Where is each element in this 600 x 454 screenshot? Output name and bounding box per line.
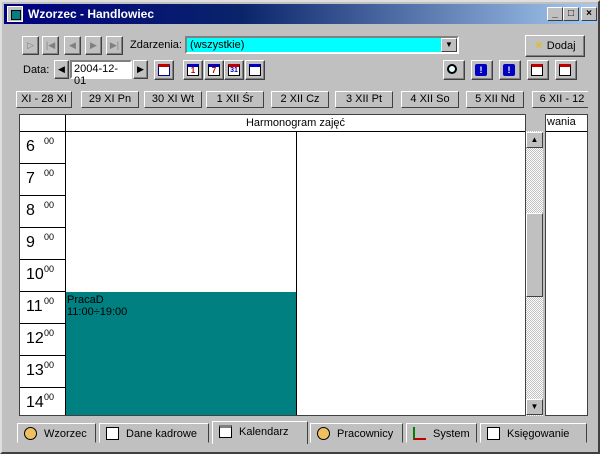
bottom-tabs: Wzorzec Dane kadrowe Kalendarz Pracownic… (16, 421, 588, 445)
ledger-icon (487, 427, 500, 440)
hour-row: 10 00 (20, 260, 66, 292)
day-tab[interactable]: 2 XII Cz (271, 91, 329, 108)
date-label: Data: (23, 64, 50, 76)
search-button[interactable] (443, 60, 465, 80)
hour-row: 8 00 (20, 196, 66, 228)
schedule-event[interactable]: PracaD 11:00÷19:00 (66, 292, 296, 415)
alert-add-icon: ! (503, 64, 515, 76)
tab-kalendarz[interactable]: Kalendarz (212, 421, 308, 444)
arrow-right-icon: ▶ (137, 64, 144, 74)
schedule-button[interactable] (527, 60, 549, 80)
add-button[interactable]: ✳ Dodaj (525, 35, 585, 57)
title-bar[interactable]: Wzorzec - Handlowiec _ □ × (4, 4, 597, 24)
hour-column: 6 00 7 00 8 00 9 00 10 00 11 00 12 00 13 00 14 00 (20, 132, 66, 415)
scroll-thumb[interactable] (526, 213, 543, 297)
vertical-scrollbar[interactable]: ▲ ▼ (526, 131, 543, 416)
view-week-button[interactable]: 7 (204, 60, 224, 80)
hour-row: 14 00 (20, 388, 66, 415)
day-tab[interactable]: XI - 28 XI (16, 91, 72, 108)
schedule-title: Harmonogram zajęć (245, 117, 346, 129)
hour-row: 7 00 (20, 164, 66, 196)
worker-icon (317, 427, 330, 440)
calendar-red-icon (559, 64, 571, 76)
events-dropdown[interactable]: (wszystkie) ▼ (185, 36, 459, 54)
day-tab[interactable]: 1 XII Śr (206, 91, 264, 108)
view-week-icon: 7 (208, 64, 220, 76)
arrow-up-icon: ▲ (530, 135, 539, 144)
event-title: PracaD (67, 294, 104, 306)
next-icon: ▶ (90, 40, 97, 50)
tab-ksiegowanie[interactable]: Księgowanie (480, 423, 587, 443)
arrow-down-icon: ▼ (530, 402, 539, 411)
nav-play-button[interactable]: ▷ (22, 36, 39, 55)
right-panel: wania (545, 114, 588, 416)
nav-first-button[interactable]: |◀ (42, 36, 59, 55)
last-icon: ▶| (109, 40, 120, 50)
date-next-button[interactable]: ▶ (133, 60, 148, 79)
events-dropdown-value: (wszystkie) (190, 39, 245, 51)
events-label: Zdarzenia: (130, 39, 182, 51)
schedule-grid: Harmonogram zajęć 6 00 7 00 8 00 9 00 10 00 1… (19, 114, 526, 416)
window-title: Wzorzec - Handlowiec (28, 7, 155, 21)
tree-icon (413, 427, 426, 440)
hour-row: 6 00 (20, 132, 66, 164)
scroll-down-button[interactable]: ▼ (526, 399, 543, 415)
day-tab[interactable]: 5 XII Nd (466, 91, 524, 108)
alert-add-button[interactable]: ! (499, 60, 521, 80)
star-icon: ✳ (534, 40, 544, 52)
day-tab[interactable]: 30 XI Wt (144, 91, 202, 108)
chevron-down-icon[interactable]: ▼ (441, 38, 457, 52)
day-tab[interactable]: 6 XII - 12 (532, 91, 588, 108)
close-button[interactable]: × (581, 7, 597, 21)
day-tabs: XI - 28 XI 29 XI Pn 30 XI Wt 1 XII Śr 2 … (16, 89, 588, 111)
document-icon (106, 427, 119, 440)
hour-row: 11 00 (20, 292, 66, 324)
main-window: Wzorzec - Handlowiec _ □ × ▷ |◀ ◀ ▶ ▶| Z… (0, 0, 600, 454)
calendar-icon (219, 425, 232, 438)
add-button-label: Dodaj (546, 40, 576, 52)
view-list-button[interactable] (245, 60, 265, 80)
view-month-button[interactable]: 31 (224, 60, 244, 80)
alert-info-button[interactable]: ! (471, 60, 493, 80)
nav-next-button[interactable]: ▶ (85, 36, 102, 55)
arrow-left-icon: ◀ (58, 64, 65, 74)
schedule-header: Harmonogram zajęć (20, 115, 525, 132)
date-prev-button[interactable]: ◀ (54, 60, 69, 79)
prev-icon: ◀ (69, 40, 76, 50)
calendar-red-button[interactable] (555, 60, 577, 80)
calendar-grid-button[interactable] (154, 60, 174, 80)
view-day-icon: 1 (187, 64, 199, 76)
view-month-icon: 31 (228, 64, 240, 76)
search-icon (447, 64, 457, 74)
scroll-up-button[interactable]: ▲ (526, 132, 543, 148)
maximize-button[interactable]: □ (563, 7, 579, 21)
day-tab[interactable]: 3 XII Pt (335, 91, 393, 108)
people-icon (24, 427, 37, 440)
event-time: 11:00÷19:00 (67, 306, 128, 318)
tab-system[interactable]: System (406, 423, 477, 443)
tab-dane-kadrowe[interactable]: Dane kadrowe (99, 423, 209, 443)
tab-pracownicy[interactable]: Pracownicy (310, 423, 403, 443)
play-icon: ▷ (27, 40, 34, 50)
alert-info-icon: ! (475, 64, 487, 76)
calendar-grid-icon (158, 64, 170, 76)
hour-row: 9 00 (20, 228, 66, 260)
tab-wzorzec[interactable]: Wzorzec (17, 423, 96, 443)
day-tab[interactable]: 4 XII So (401, 91, 459, 108)
view-list-icon (249, 64, 261, 76)
schedule-corner (20, 115, 66, 132)
hour-row: 13 00 (20, 356, 66, 388)
view-day-button[interactable]: 1 (183, 60, 203, 80)
schedule-icon (531, 64, 543, 76)
hour-row: 12 00 (20, 324, 66, 356)
nav-prev-button[interactable]: ◀ (64, 36, 81, 55)
day-tab[interactable]: 29 XI Pn (81, 91, 139, 108)
minimize-button[interactable]: _ (547, 7, 563, 21)
date-input[interactable]: 2004-12-01 (70, 60, 132, 87)
right-panel-header: wania (546, 115, 587, 132)
app-icon[interactable] (7, 6, 23, 22)
nav-last-button[interactable]: ▶| (106, 36, 123, 55)
first-icon: |◀ (45, 40, 56, 50)
